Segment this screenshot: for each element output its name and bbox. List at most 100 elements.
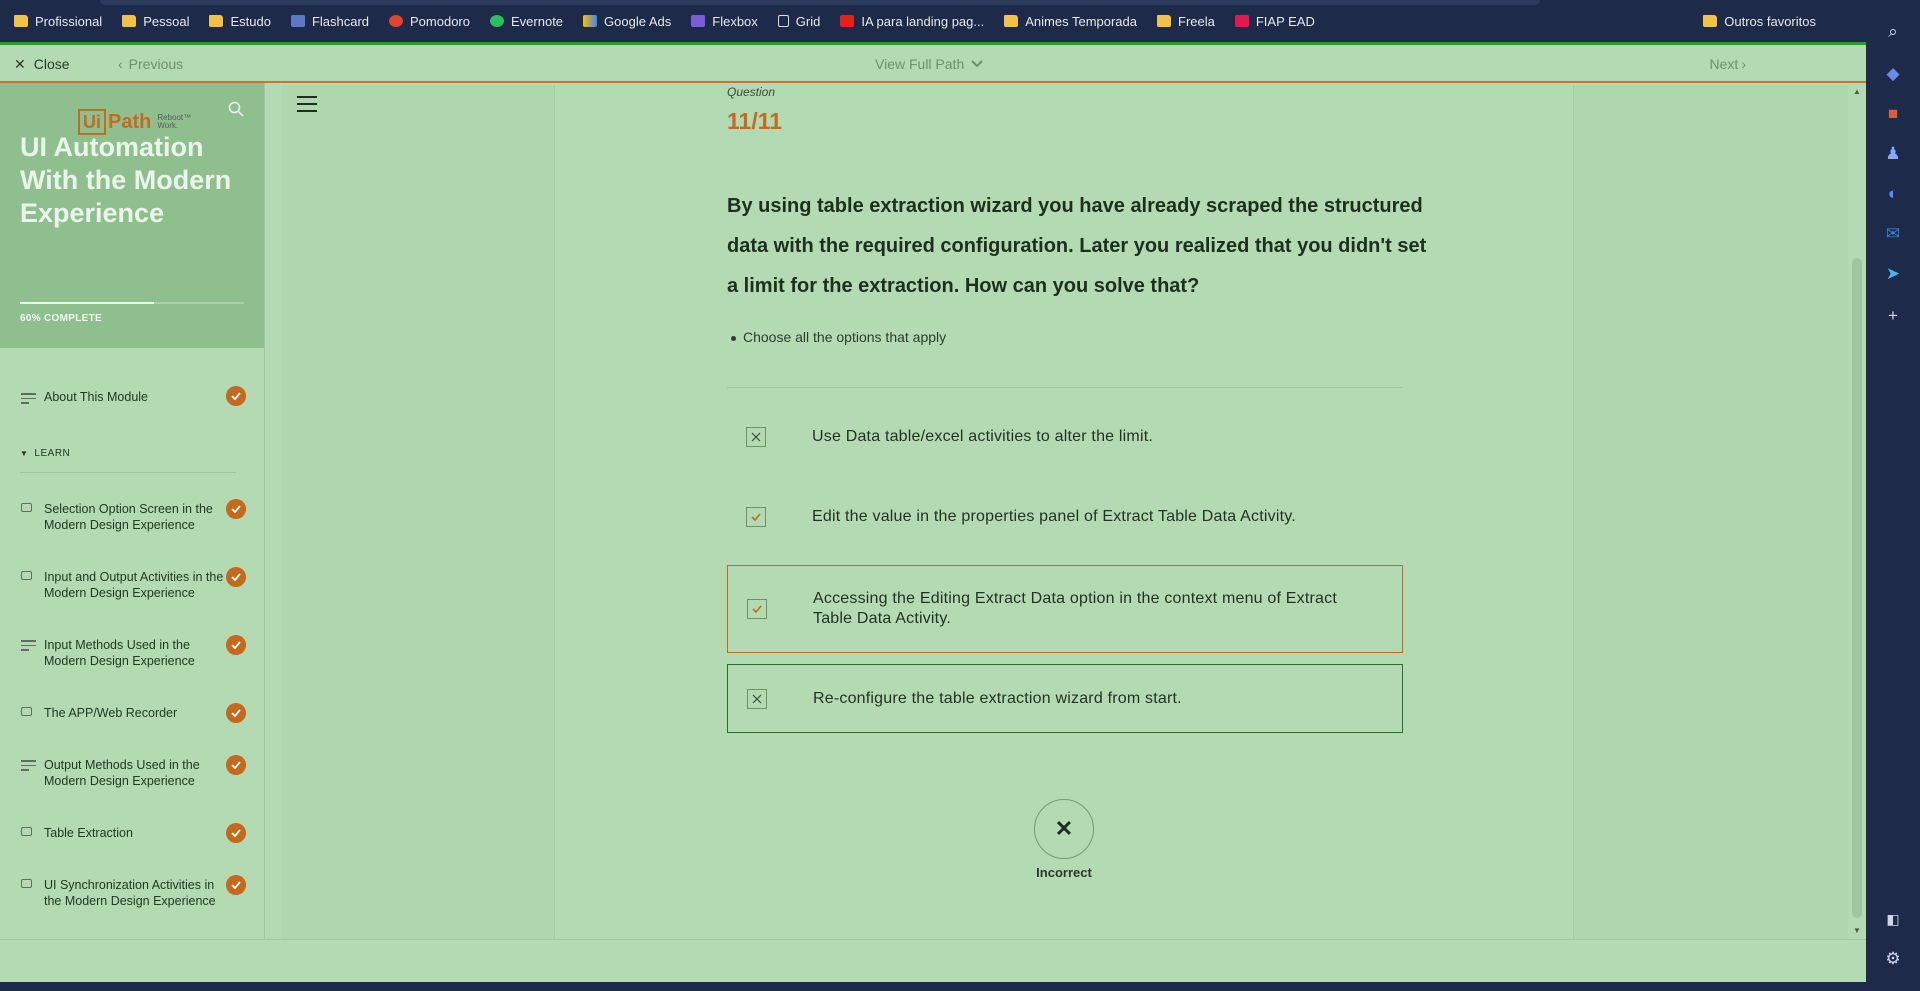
- evernote-icon: [490, 15, 504, 27]
- content-gutter-left: [281, 85, 554, 939]
- main-scrollbar[interactable]: ▲ ▼: [1848, 83, 1866, 939]
- course-progress-bar: [20, 302, 244, 304]
- bottom-bar: [0, 939, 1866, 982]
- question-label: Question: [727, 85, 776, 99]
- google-ads-icon: [583, 15, 598, 27]
- bookmark-estudo[interactable]: Estudo: [209, 14, 271, 29]
- folder-icon: [14, 15, 28, 27]
- cross-icon: [746, 427, 766, 447]
- lesson-video-icon: [21, 879, 32, 888]
- tag-icon[interactable]: ◆: [1883, 64, 1903, 84]
- menu-hamburger-icon[interactable]: [297, 96, 317, 112]
- bookmark-flexbox[interactable]: Flexbox: [691, 14, 758, 29]
- course-progress-fill: [20, 302, 155, 304]
- sidebar-item-input-methods[interactable]: Input Methods Used in the Modern Design …: [0, 635, 264, 677]
- complete-check-icon: [226, 823, 246, 843]
- sidebar-item-ui-synchronization[interactable]: UI Synchronization Activities in the Mod…: [0, 875, 264, 933]
- panel-icon[interactable]: ◧: [1883, 909, 1903, 929]
- complete-check-icon: [226, 755, 246, 775]
- fiap-icon: [1234, 15, 1249, 27]
- cross-icon: [747, 688, 767, 709]
- bookmark-ia-landing[interactable]: IA para landing pag...: [840, 14, 984, 29]
- os-taskbar: [0, 982, 1866, 991]
- incorrect-result-icon: ✕: [1034, 799, 1094, 859]
- folder-icon: [209, 15, 224, 27]
- sidebar-item-input-output-activities[interactable]: Input and Output Activities in the Moder…: [0, 567, 264, 609]
- bookmark-evernote[interactable]: Evernote: [490, 14, 563, 29]
- bookmark-google-ads[interactable]: Google Ads: [583, 14, 671, 29]
- lesson-video-icon: [21, 707, 32, 716]
- bookmark-profissional[interactable]: Profissional: [14, 14, 102, 29]
- sidebar-item-selection-option[interactable]: Selection Option Screen in the Modern De…: [0, 499, 264, 541]
- sidebar-item-about-module[interactable]: About This Module: [0, 386, 264, 419]
- result-label: Incorrect: [1036, 865, 1092, 880]
- quiz-card: Question 11/11 By using table extraction…: [554, 85, 1574, 939]
- games-icon[interactable]: ♟: [1883, 144, 1903, 164]
- question-divider: [727, 387, 1403, 388]
- bookmark-flashcard[interactable]: Flashcard: [290, 14, 369, 29]
- check-icon: [747, 599, 767, 619]
- send-icon[interactable]: ➤: [1883, 264, 1903, 284]
- copilot-icon[interactable]: ◐: [1883, 184, 1903, 204]
- sidebar-item-app-web-recorder[interactable]: The APP/Web Recorder: [0, 703, 264, 729]
- content-gutter-right: [1574, 85, 1848, 939]
- lesson-text-icon: [21, 393, 36, 405]
- bookmark-pessoal[interactable]: Pessoal: [122, 14, 189, 29]
- sidebar-item-table-extraction[interactable]: Table Extraction: [0, 823, 264, 849]
- caret-down-icon: ▼: [20, 449, 29, 458]
- complete-check-icon: [226, 635, 246, 655]
- folder-icon: [1703, 15, 1718, 27]
- answer-option[interactable]: Edit the value in the properties panel o…: [727, 495, 1403, 539]
- bookmark-freela[interactable]: Freela: [1157, 14, 1215, 29]
- close-icon: ✕: [14, 55, 26, 72]
- bookmarks-bar: Profissional Pessoal Estudo Flashcard Po…: [0, 0, 1866, 42]
- search-icon[interactable]: ⌕: [1883, 22, 1903, 42]
- lesson-video-icon: [21, 571, 32, 580]
- toolbox-icon[interactable]: ■: [1883, 104, 1903, 124]
- complete-check-icon: [226, 499, 246, 519]
- answer-option[interactable]: Use Data table/excel activities to alter…: [727, 415, 1403, 459]
- check-icon: [746, 507, 766, 527]
- search-icon[interactable]: [228, 101, 244, 117]
- chevron-left-icon: ‹: [118, 56, 123, 72]
- folder-icon: [1157, 15, 1171, 27]
- scroll-up-arrow-icon[interactable]: ▲: [1853, 87, 1861, 96]
- bookmark-animes[interactable]: Animes Temporada: [1004, 14, 1137, 29]
- next-button[interactable]: Next ›: [1710, 45, 1746, 83]
- bookmark-fiap[interactable]: FIAP EAD: [1234, 14, 1315, 29]
- settings-gear-icon[interactable]: ⚙: [1883, 949, 1903, 969]
- lesson-text-icon: [21, 760, 36, 772]
- outlook-icon[interactable]: ✉: [1883, 224, 1903, 244]
- close-button[interactable]: ✕ Close: [14, 45, 70, 83]
- lesson-text-icon: [21, 640, 36, 652]
- complete-check-icon: [226, 386, 246, 406]
- question-instruction: Choose all the options that apply: [730, 329, 947, 345]
- course-sidebar: Ui Path Reboot™ Work. UI Automation With…: [0, 83, 265, 939]
- course-topnav: ✕ Close ‹ Previous View Full Path Next ›: [0, 45, 1866, 83]
- flashcard-icon: [290, 15, 305, 27]
- scroll-down-arrow-icon[interactable]: ▼: [1853, 926, 1861, 935]
- bookmark-grid[interactable]: Grid: [777, 14, 820, 29]
- flexbox-icon: [691, 15, 706, 27]
- sidebar-item-output-methods[interactable]: Output Methods Used in the Modern Design…: [0, 755, 264, 797]
- section-toggle-learn[interactable]: ▼ LEARN: [20, 448, 70, 459]
- bookmark-pomodoro[interactable]: Pomodoro: [389, 14, 470, 29]
- question-text: By using table extraction wizard you hav…: [727, 195, 1427, 297]
- complete-check-icon: [226, 567, 246, 587]
- folder-icon: [1004, 15, 1019, 27]
- add-icon[interactable]: +: [1883, 306, 1903, 326]
- answer-option-correct[interactable]: Re-configure the table extraction wizard…: [727, 664, 1403, 733]
- section-divider: [20, 472, 236, 473]
- complete-check-icon: [226, 703, 246, 723]
- chevron-right-icon: ›: [1741, 56, 1746, 72]
- youtube-icon: [840, 15, 855, 27]
- main-scrollbar-thumb[interactable]: [1852, 258, 1862, 918]
- page-icon: [777, 15, 789, 27]
- previous-button[interactable]: ‹ Previous: [118, 45, 183, 83]
- question-number: 11/11: [727, 108, 783, 134]
- browser-sidebar: ⌕ ◆ ■ ♟ ◐ ✉ ➤ + ◧ ⚙: [1866, 0, 1920, 991]
- course-progress-label: 60% COMPLETE: [20, 313, 102, 324]
- answer-option-selected[interactable]: Accessing the Editing Extract Data optio…: [727, 565, 1403, 653]
- bookmark-other-favorites[interactable]: Outros favoritos: [1703, 14, 1816, 29]
- view-full-path-button[interactable]: View Full Path: [875, 45, 983, 83]
